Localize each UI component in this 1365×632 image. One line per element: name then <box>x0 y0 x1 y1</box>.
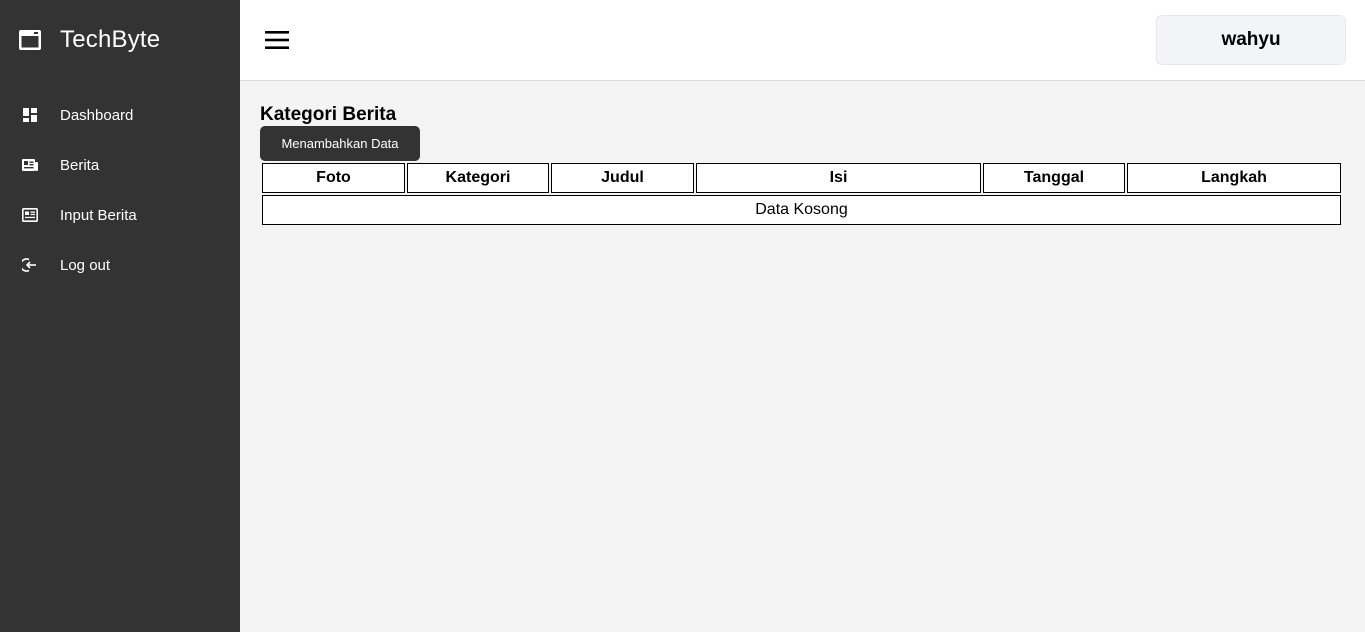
sidebar-item-berita[interactable]: Berita <box>0 140 240 190</box>
brand[interactable]: TechByte <box>18 24 160 56</box>
column-header-judul[interactable]: Judul <box>551 163 694 193</box>
sidebar-item-dashboard[interactable]: Dashboard <box>0 90 240 140</box>
sidebar-item-log-out[interactable]: Log out <box>0 240 240 290</box>
dashboard-grid-icon <box>22 107 38 123</box>
news-category-table: Foto Kategori Judul Isi Tanggal Langkah … <box>260 161 1343 227</box>
table-row: Data Kosong <box>262 195 1341 225</box>
column-header-kategori[interactable]: Kategori <box>407 163 549 193</box>
hamburger-menu-icon[interactable] <box>264 28 290 52</box>
main-content: Kategori Berita Menambahkan Data Foto Ka… <box>260 104 1345 225</box>
sidebar-item-input-berita[interactable]: Input Berita <box>0 190 240 240</box>
newspaper-icon <box>22 157 38 173</box>
logout-icon <box>22 257 38 273</box>
brand-name: TechByte <box>60 26 161 53</box>
column-header-langkah[interactable]: Langkah <box>1127 163 1341 193</box>
column-header-tanggal[interactable]: Tanggal <box>983 163 1125 193</box>
column-header-foto[interactable]: Foto <box>262 163 405 193</box>
sidebar-item-label: Log out <box>60 256 111 274</box>
user-menu-button[interactable]: wahyu <box>1156 15 1346 65</box>
sidebar-item-label: Dashboard <box>60 106 134 124</box>
sidebar-item-label: Berita <box>60 156 100 174</box>
add-data-button[interactable]: Menambahkan Data <box>260 126 420 161</box>
top-bar: wahyu <box>240 0 1365 81</box>
sidebar-nav: Dashboard Berita Input Berita Log out <box>0 90 240 290</box>
browser-window-icon <box>18 28 42 52</box>
sidebar-item-label: Input Berita <box>60 206 137 224</box>
page-title: Kategori Berita <box>260 104 397 125</box>
column-header-isi[interactable]: Isi <box>696 163 981 193</box>
table-header-row: Foto Kategori Judul Isi Tanggal Langkah <box>262 163 1341 193</box>
empty-data-message: Data Kosong <box>262 195 1341 225</box>
article-input-icon <box>22 207 38 223</box>
sidebar: TechByte Dashboard Berita Input Berita L… <box>0 0 240 632</box>
